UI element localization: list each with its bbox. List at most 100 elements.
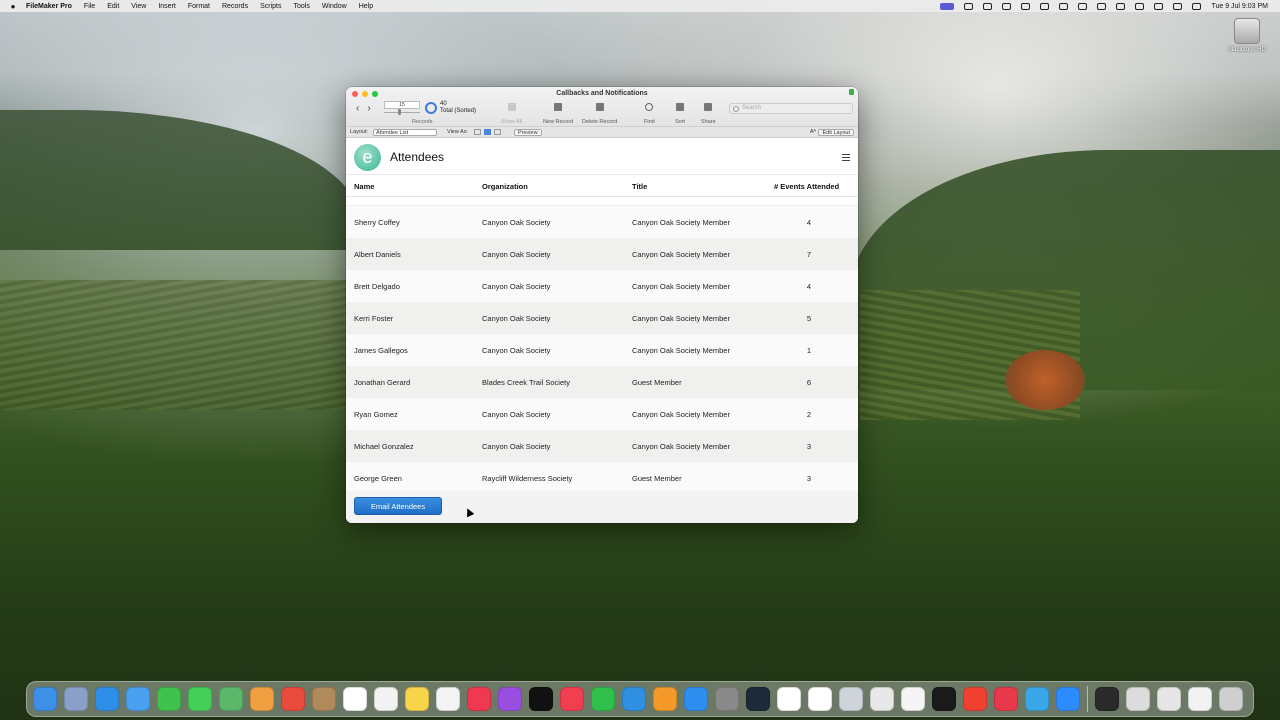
cell-name[interactable]: Sherry Coffey xyxy=(354,218,400,227)
menu-window[interactable]: Window xyxy=(322,3,347,10)
claris-icon[interactable] xyxy=(808,687,832,711)
lock-icon[interactable] xyxy=(849,89,854,95)
desktop-hard-drive[interactable]: Macintosh HD xyxy=(1226,18,1268,53)
printer-icon[interactable] xyxy=(1157,687,1181,711)
sketch-icon[interactable] xyxy=(963,687,987,711)
bbedit-icon[interactable] xyxy=(870,687,894,711)
menu-scripts[interactable]: Scripts xyxy=(260,3,281,10)
keynote-icon[interactable] xyxy=(622,687,646,711)
apple-menu-icon[interactable]: ● xyxy=(0,2,26,11)
cell-name[interactable]: Ryan Gomez xyxy=(354,410,398,419)
music-icon[interactable] xyxy=(467,687,491,711)
siri-icon[interactable] xyxy=(1192,2,1202,10)
cell-organization[interactable]: Raycliff Wilderness Society xyxy=(482,474,572,483)
cell-events[interactable]: 6 xyxy=(804,378,814,387)
terminal-icon[interactable] xyxy=(932,687,956,711)
cell-title[interactable]: Canyon Oak Society Member xyxy=(632,410,730,419)
freeform-icon[interactable] xyxy=(436,687,460,711)
table-row[interactable]: Michael Gonzalez Canyon Oak Society Cany… xyxy=(346,430,858,462)
preview-icon[interactable] xyxy=(839,687,863,711)
battery-icon[interactable] xyxy=(1097,2,1107,10)
new-record-button[interactable]: New Record xyxy=(543,103,573,125)
wifi-icon[interactable] xyxy=(1116,2,1126,10)
search-icon[interactable] xyxy=(1154,2,1164,10)
share-button[interactable]: Share xyxy=(701,103,716,125)
maps-icon[interactable] xyxy=(219,687,243,711)
menu-clock[interactable]: Tue 9 Jul 9:03 PM xyxy=(1211,3,1268,10)
cell-organization[interactable]: Canyon Oak Society xyxy=(482,314,550,323)
sort-button[interactable]: Sort xyxy=(675,103,685,125)
column-header-name[interactable]: Name xyxy=(354,182,374,191)
table-view-icon[interactable] xyxy=(494,129,501,135)
menu-insert[interactable]: Insert xyxy=(158,3,176,10)
volume-icon[interactable] xyxy=(1078,2,1088,10)
control-center-icon[interactable] xyxy=(1173,2,1183,10)
numbers-icon[interactable] xyxy=(591,687,615,711)
table-row[interactable]: Sherry Coffey Canyon Oak Society Canyon … xyxy=(346,206,858,238)
delete-record-button[interactable]: Delete Record xyxy=(582,103,617,125)
cell-events[interactable]: 1 xyxy=(804,346,814,355)
cell-organization[interactable]: Canyon Oak Society xyxy=(482,218,550,227)
messages-icon[interactable] xyxy=(188,687,212,711)
menu-help[interactable]: Help xyxy=(359,3,373,10)
trash-icon[interactable] xyxy=(1219,687,1243,711)
cell-organization[interactable]: Canyon Oak Society xyxy=(482,282,550,291)
search-input[interactable]: Search xyxy=(729,103,853,114)
cell-organization[interactable]: Canyon Oak Society xyxy=(482,250,550,259)
clipboard-icon[interactable] xyxy=(1040,2,1050,10)
cell-events[interactable]: 2 xyxy=(804,410,814,419)
zoom-icon[interactable] xyxy=(1056,687,1080,711)
cell-name[interactable]: Albert Daniels xyxy=(354,250,401,259)
shield-icon[interactable] xyxy=(983,2,993,10)
facetime-icon[interactable] xyxy=(157,687,181,711)
cell-title[interactable]: Canyon Oak Society Member xyxy=(632,442,730,451)
list-view-icon[interactable] xyxy=(484,129,491,135)
edit-layout-button[interactable]: Edit Layout xyxy=(818,128,854,136)
documents-icon[interactable] xyxy=(1188,687,1212,711)
cell-title[interactable]: Canyon Oak Society Member xyxy=(632,314,730,323)
cell-events[interactable]: 3 xyxy=(804,474,814,483)
menu-tools[interactable]: Tools xyxy=(293,3,309,10)
cell-events[interactable]: 5 xyxy=(804,314,814,323)
current-record-field[interactable]: 15 xyxy=(384,101,420,109)
cell-name[interactable]: Jonathan Gerard xyxy=(354,378,410,387)
cell-organization[interactable]: Canyon Oak Society xyxy=(482,346,550,355)
menu-app[interactable]: FileMaker Pro xyxy=(26,3,72,10)
cell-name[interactable]: George Green xyxy=(354,474,402,483)
table-row[interactable]: Jonathan Gerard Blades Creek Trail Socie… xyxy=(346,366,858,398)
cell-title[interactable]: Canyon Oak Society Member xyxy=(632,346,730,355)
app-red-icon[interactable] xyxy=(994,687,1018,711)
preview-button[interactable]: Preview xyxy=(514,128,542,136)
found-set-pie-icon[interactable] xyxy=(425,102,437,114)
find-button[interactable]: Find xyxy=(644,103,655,125)
cell-title[interactable]: Guest Member xyxy=(632,378,682,387)
cell-title[interactable]: Canyon Oak Society Member xyxy=(632,250,730,259)
filemaker-pro-icon[interactable] xyxy=(777,687,801,711)
layout-select[interactable]: Attendee List xyxy=(373,128,437,136)
cell-events[interactable]: 7 xyxy=(804,250,814,259)
status-icon[interactable] xyxy=(1002,2,1012,10)
launchpad-icon[interactable] xyxy=(64,687,88,711)
record-slider[interactable] xyxy=(384,109,420,115)
pages-icon[interactable] xyxy=(653,687,677,711)
calendar-icon[interactable] xyxy=(343,687,367,711)
previous-record-icon[interactable]: ‹ xyxy=(356,103,359,114)
cell-events[interactable]: 4 xyxy=(804,282,814,291)
textedit-icon[interactable] xyxy=(901,687,925,711)
bluetooth-icon[interactable] xyxy=(1059,2,1069,10)
menu-file[interactable]: File xyxy=(84,3,95,10)
cell-title[interactable]: Canyon Oak Society Member xyxy=(632,218,730,227)
email-attendees-button[interactable]: Email Attendees xyxy=(354,497,442,515)
cell-organization[interactable]: Blades Creek Trail Society xyxy=(482,378,570,387)
mail-icon[interactable] xyxy=(126,687,150,711)
cell-title[interactable]: Canyon Oak Society Member xyxy=(632,282,730,291)
finder-icon[interactable] xyxy=(33,687,57,711)
photos-icon[interactable] xyxy=(250,687,274,711)
camera-icon[interactable] xyxy=(964,2,974,10)
column-header-title[interactable]: Title xyxy=(632,182,647,191)
show-all-button[interactable]: Show All xyxy=(501,103,522,125)
window-titlebar[interactable]: Callbacks and Notifications ‹ › 15 40 To… xyxy=(346,87,858,127)
filemaker-icon[interactable] xyxy=(746,687,770,711)
menu-view[interactable]: View xyxy=(131,3,146,10)
tv-icon[interactable] xyxy=(529,687,553,711)
